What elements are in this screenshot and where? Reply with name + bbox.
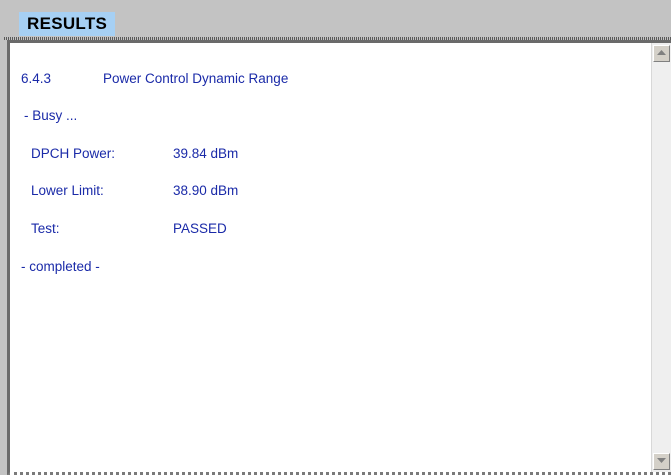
dpch-power-label: DPCH Power: <box>31 146 116 161</box>
lower-limit-value: 38.90 dBm <box>173 183 239 198</box>
arrow-down-icon <box>657 458 666 463</box>
test-result-label: Test: <box>31 221 60 236</box>
scroll-up-button[interactable] <box>653 45 670 62</box>
dpch-power-value: 39.84 dBm <box>173 146 239 161</box>
completed-status: - completed - <box>21 259 100 274</box>
test-number: 6.4.3 <box>21 71 52 86</box>
results-window: RESULTS 6.4.3 Power Control Dynamic Rang… <box>0 0 671 475</box>
vertical-scrollbar[interactable] <box>651 43 671 472</box>
arrow-up-icon <box>657 50 666 55</box>
test-name: Power Control Dynamic Range <box>103 71 289 86</box>
scroll-down-button[interactable] <box>653 453 670 470</box>
results-title: RESULTS <box>19 12 116 36</box>
busy-status: - Busy ... <box>24 108 78 123</box>
lower-limit-label: Lower Limit: <box>31 183 104 198</box>
results-log: 6.4.3 Power Control Dynamic Range - Busy… <box>10 43 651 472</box>
results-panel: 6.4.3 Power Control Dynamic Range - Busy… <box>4 37 671 475</box>
test-result-value: PASSED <box>173 221 227 236</box>
